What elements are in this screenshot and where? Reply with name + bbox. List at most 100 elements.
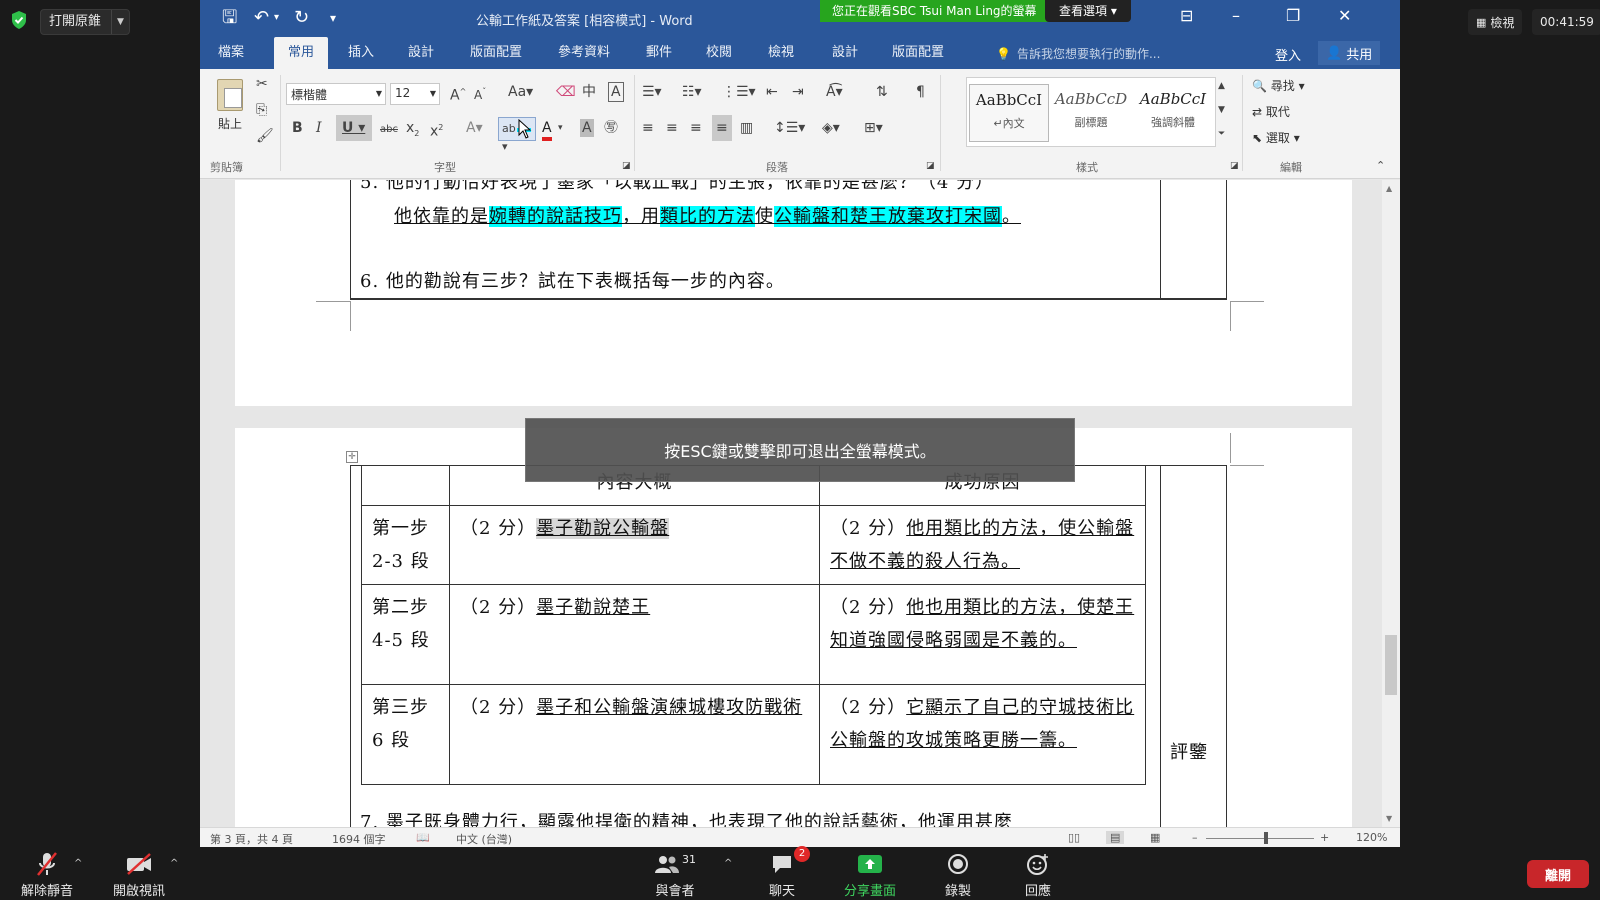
justify-icon[interactable]: ≡ [712,115,732,141]
table-cell[interactable]: （2 分）他用類比的方法，使公輸盤不做不義的殺人行為。 [819,505,1146,585]
table-cell[interactable]: 第一步 2-3 段 [361,505,450,585]
tab-table-design[interactable]: 設計 [832,37,858,69]
zoom-out-icon[interactable]: – [1192,831,1198,844]
undo-dropdown-icon[interactable]: ▾ [274,7,279,29]
read-mode-icon[interactable]: ▯▯ [1068,831,1080,844]
asian-layout-icon[interactable]: A͡▾ [826,83,843,101]
zoom-slider-thumb[interactable] [1264,832,1268,844]
styles-more-icon[interactable]: ⏷ [1218,125,1225,143]
format-painter-icon[interactable]: 🖌 [256,127,274,145]
sign-in-link[interactable]: 登入 [1275,45,1301,64]
paste-button[interactable]: 貼上 [210,77,250,139]
page-count[interactable]: 第 3 頁，共 4 頁 [210,831,293,847]
share-button[interactable]: 👤 共用 [1318,41,1381,65]
unmute-button[interactable]: 解除靜音 [18,850,76,899]
video-options-icon[interactable]: ^ [170,858,178,869]
minimize-icon[interactable]: – [1232,6,1240,25]
shading-icon[interactable]: ◈▾ [822,119,840,137]
style-emphasis[interactable]: AaBbCcI 強調斜體 [1133,84,1213,142]
tell-me-box[interactable]: 💡 告訴我您想要執行的動作... [996,45,1160,62]
tab-insert[interactable]: 插入 [348,37,374,69]
italic-icon[interactable]: I [316,119,322,137]
change-case-icon[interactable]: Aa▾ [508,83,533,101]
align-left-icon[interactable]: ≡ [642,119,654,137]
tab-home[interactable]: 常用 [274,37,329,69]
shrink-font-icon[interactable]: Aˇ [474,83,486,104]
chevron-down-icon[interactable]: ▼ [111,10,129,34]
chat-button[interactable]: 2 聊天 [762,846,810,899]
proofing-icon[interactable]: 📖 [416,831,430,844]
ribbon-display-icon[interactable]: ⊟ [1180,6,1193,25]
multilevel-list-icon[interactable]: ⋮☰▾ [722,83,756,101]
enclose-characters-icon[interactable]: ㊢ [604,119,618,137]
participants-options-icon[interactable]: ^ [724,858,732,869]
restore-icon[interactable]: ❐ [1286,6,1300,25]
reactions-button[interactable]: 回應 [1018,850,1058,899]
leave-button[interactable]: 離開 [1527,860,1589,888]
line-spacing-icon[interactable]: ↕☰▾ [774,119,805,137]
replace-button[interactable]: ⇄ 取代 [1252,103,1290,120]
annotate-button[interactable]: 打開原錐 ▼ [40,9,131,35]
copy-icon[interactable]: ⎘ [256,101,267,119]
tab-view[interactable]: 檢視 [768,37,794,69]
borders-icon[interactable]: ⊞▾ [864,119,883,137]
table-cell[interactable]: 第三步 6 段 [361,684,450,785]
subscript-icon[interactable]: x2 [406,119,419,143]
customize-qat-icon[interactable]: ▾ [330,7,336,29]
table-cell[interactable] [361,465,450,506]
document-canvas[interactable]: 5. 他的行動恰好表現了墨家「以戰止戰」的主張，依靠的是甚麼？（4 分） 他依靠… [200,180,1382,827]
view-options-button[interactable]: 查看選項 ▾ [1045,0,1131,22]
scroll-thumb[interactable] [1385,635,1397,695]
table-move-handle-icon[interactable]: ✛ [346,451,358,463]
table-cell[interactable]: （2 分）墨子勸說公輸盤 [449,505,820,585]
redo-icon[interactable]: ↻ [294,7,309,29]
clear-formatting-icon[interactable]: ⌫ [556,83,576,101]
styles-dialog-launcher-icon[interactable]: ◪ [1230,157,1239,175]
font-color-icon[interactable]: A [542,119,552,141]
print-layout-icon[interactable]: ▤ [1106,831,1125,844]
strikethrough-icon[interactable]: abc [380,121,398,139]
language[interactable]: 中文 (台灣) [456,831,512,847]
font-size-select[interactable]: 12 ▼ [390,83,440,105]
styles-scroll-down-icon[interactable]: ▼ [1218,101,1225,119]
scroll-down-icon[interactable]: ▼ [1386,814,1392,823]
font-name-select[interactable]: 標楷體 ▼ [286,83,386,105]
underline-icon[interactable]: U ▾ [336,115,372,141]
character-shading-icon[interactable]: A [580,119,594,137]
record-button[interactable]: 錄製 [938,850,978,899]
web-layout-icon[interactable]: ▦ [1150,831,1160,844]
styles-scroll-up-icon[interactable]: ▲ [1218,77,1225,95]
increase-indent-icon[interactable]: ⇥ [792,83,804,101]
numbering-icon[interactable]: ☷▾ [682,83,702,101]
tab-mailings[interactable]: 郵件 [646,37,672,69]
style-subtitle[interactable]: AaBbCcD 副標題 [1051,84,1131,142]
sort-icon[interactable]: ⇅ [876,83,888,101]
tab-review[interactable]: 校閱 [706,37,732,69]
find-button[interactable]: 🔍 尋找 ▾ [1252,77,1305,94]
bold-icon[interactable]: B [292,119,303,137]
audio-options-icon[interactable]: ^ [74,858,82,869]
undo-icon[interactable]: ↶ [254,7,269,29]
tab-references[interactable]: 參考資料 [558,37,610,69]
select-button[interactable]: ⬉ 選取 ▾ [1252,129,1300,146]
table-cell[interactable]: （2 分）他也用類比的方法，使楚王知道強國侵略弱國是不義的。 [819,584,1146,685]
start-video-button[interactable]: 開啟視訊 [110,850,168,899]
distributed-icon[interactable]: ▥ [740,119,753,137]
bullets-icon[interactable]: ☰▾ [642,83,662,101]
style-normal[interactable]: AaBbCcI ↵內文 [969,84,1049,142]
shield-icon[interactable] [10,10,28,30]
text-effects-icon[interactable]: A▾ [466,119,483,137]
save-icon[interactable]: 🖫 [222,7,237,29]
superscript-icon[interactable]: x2 [430,119,443,141]
scroll-up-icon[interactable]: ▲ [1386,184,1392,193]
zoom-slider[interactable] [1206,838,1314,839]
table-cell[interactable]: 第二步 4-5 段 [361,584,450,685]
grow-font-icon[interactable]: A^ [450,83,466,105]
phonetic-guide-icon[interactable]: 中 [582,83,596,101]
tab-layout[interactable]: 版面配置 [470,37,522,69]
cut-icon[interactable]: ✂ [256,75,268,93]
tab-file[interactable]: 檔案 [218,37,244,69]
font-dialog-launcher-icon[interactable]: ◪ [622,157,631,175]
table-cell[interactable]: （2 分）墨子和公輸盤演練城樓攻防戰術 [449,684,820,785]
paragraph-dialog-launcher-icon[interactable]: ◪ [926,157,935,175]
